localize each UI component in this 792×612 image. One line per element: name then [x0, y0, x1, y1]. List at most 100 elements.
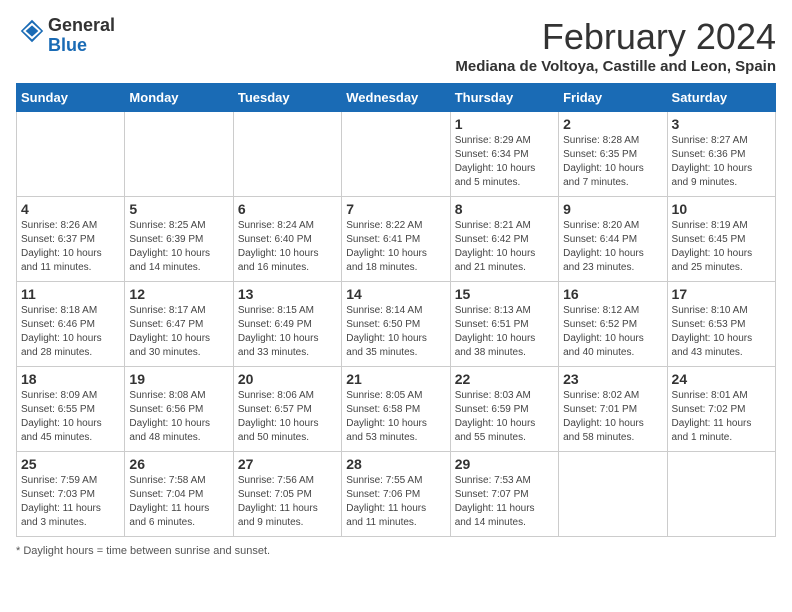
weekday-header-sunday: Sunday [17, 84, 125, 112]
day-number: 12 [129, 286, 228, 302]
day-number: 11 [21, 286, 120, 302]
day-info: Sunrise: 8:05 AM Sunset: 6:58 PM Dayligh… [346, 389, 445, 445]
day-info: Sunrise: 8:02 AM Sunset: 7:01 PM Dayligh… [563, 389, 662, 445]
weekday-header-friday: Friday [559, 84, 667, 112]
day-info: Sunrise: 8:14 AM Sunset: 6:50 PM Dayligh… [346, 304, 445, 360]
calendar-cell: 24 Sunrise: 8:01 AM Sunset: 7:02 PM Dayli… [667, 367, 775, 452]
calendar-cell [125, 112, 233, 197]
day-number: 20 [238, 371, 337, 387]
calendar-cell: 28Sunrise: 7:55 AM Sunset: 7:06 PM Dayli… [342, 452, 450, 537]
week-row-2: 4 Sunrise: 8:26 AM Sunset: 6:37 PM Daylig… [17, 197, 776, 282]
day-info: Sunrise: 8:29 AM Sunset: 6:34 PM Dayligh… [455, 134, 554, 190]
day-info: Sunrise: 8:01 AM Sunset: 7:02 PM Dayligh… [672, 389, 771, 445]
calendar-cell: 19Sunrise: 8:08 AM Sunset: 6:56 PM Dayli… [125, 367, 233, 452]
day-info: Sunrise: 8:15 AM Sunset: 6:49 PM Dayligh… [238, 304, 337, 360]
day-number: 18 [21, 371, 120, 387]
week-row-5: 25 Sunrise: 7:59 AM Sunset: 7:03 PM Dayli… [17, 452, 776, 537]
day-number: 2 [563, 116, 662, 132]
week-row-1: 1 Sunrise: 8:29 AM Sunset: 6:34 PM Daylig… [17, 112, 776, 197]
weekday-header-saturday: Saturday [667, 84, 775, 112]
logo-general-text: General [48, 15, 115, 35]
footer: * Daylight hours = time between sunrise … [16, 545, 776, 557]
day-info: Sunrise: 8:13 AM Sunset: 6:51 PM Dayligh… [455, 304, 554, 360]
calendar-cell: 8Sunrise: 8:21 AM Sunset: 6:42 PM Daylig… [450, 197, 558, 282]
day-info: Sunrise: 7:58 AM Sunset: 7:04 PM Dayligh… [129, 474, 228, 530]
weekday-header-tuesday: Tuesday [233, 84, 341, 112]
day-number: 26 [129, 456, 228, 472]
day-number: 10 [672, 201, 771, 217]
day-info: Sunrise: 7:55 AM Sunset: 7:06 PM Dayligh… [346, 474, 445, 530]
day-info: Sunrise: 8:06 AM Sunset: 6:57 PM Dayligh… [238, 389, 337, 445]
day-number: 22 [455, 371, 554, 387]
calendar-cell: 21Sunrise: 8:05 AM Sunset: 6:58 PM Dayli… [342, 367, 450, 452]
day-number: 7 [346, 201, 445, 217]
calendar-cell: 26 Sunrise: 7:58 AM Sunset: 7:04 PM Dayli… [125, 452, 233, 537]
calendar-cell: 6 Sunrise: 8:24 AM Sunset: 6:40 PM Daylig… [233, 197, 341, 282]
weekday-header-row: SundayMondayTuesdayWednesdayThursdayFrid… [17, 84, 776, 112]
day-info: Sunrise: 8:12 AM Sunset: 6:52 PM Dayligh… [563, 304, 662, 360]
calendar-cell [559, 452, 667, 537]
calendar-cell: 11 Sunrise: 8:18 AM Sunset: 6:46 PM Dayli… [17, 282, 125, 367]
calendar-cell: 16 Sunrise: 8:12 AM Sunset: 6:52 PM Dayli… [559, 282, 667, 367]
day-info: Sunrise: 8:22 AM Sunset: 6:41 PM Dayligh… [346, 219, 445, 275]
day-info: Sunrise: 8:17 AM Sunset: 6:47 PM Dayligh… [129, 304, 228, 360]
day-number: 14 [346, 286, 445, 302]
calendar-cell: 22 Sunrise: 8:03 AM Sunset: 6:59 PM Dayli… [450, 367, 558, 452]
day-info: Sunrise: 7:59 AM Sunset: 7:03 PM Dayligh… [21, 474, 120, 530]
day-info: Sunrise: 8:10 AM Sunset: 6:53 PM Dayligh… [672, 304, 771, 360]
day-info: Sunrise: 8:28 AM Sunset: 6:35 PM Dayligh… [563, 134, 662, 190]
day-info: Sunrise: 8:18 AM Sunset: 6:46 PM Dayligh… [21, 304, 120, 360]
weekday-header-monday: Monday [125, 84, 233, 112]
week-row-4: 18 Sunrise: 8:09 AM Sunset: 6:55 PM Dayli… [17, 367, 776, 452]
calendar-cell: 20 Sunrise: 8:06 AM Sunset: 6:57 PM Dayli… [233, 367, 341, 452]
calendar-cell: 7 Sunrise: 8:22 AM Sunset: 6:41 PM Daylig… [342, 197, 450, 282]
day-number: 4 [21, 201, 120, 217]
day-number: 15 [455, 286, 554, 302]
calendar-cell: 18 Sunrise: 8:09 AM Sunset: 6:55 PM Dayli… [17, 367, 125, 452]
calendar-cell: 9Sunrise: 8:20 AM Sunset: 6:44 PM Daylig… [559, 197, 667, 282]
day-info: Sunrise: 8:26 AM Sunset: 6:37 PM Dayligh… [21, 219, 120, 275]
calendar-cell [17, 112, 125, 197]
day-info: Sunrise: 8:19 AM Sunset: 6:45 PM Dayligh… [672, 219, 771, 275]
calendar-cell: 5Sunrise: 8:25 AM Sunset: 6:39 PM Daylig… [125, 197, 233, 282]
calendar-cell: 17 Sunrise: 8:10 AM Sunset: 6:53 PM Dayli… [667, 282, 775, 367]
day-number: 13 [238, 286, 337, 302]
day-info: Sunrise: 8:09 AM Sunset: 6:55 PM Dayligh… [21, 389, 120, 445]
weekday-header-wednesday: Wednesday [342, 84, 450, 112]
day-info: Sunrise: 7:53 AM Sunset: 7:07 PM Dayligh… [455, 474, 554, 530]
header: General Blue February 2024 Mediana de Vo… [16, 16, 776, 75]
day-number: 17 [672, 286, 771, 302]
day-number: 29 [455, 456, 554, 472]
day-number: 16 [563, 286, 662, 302]
calendar-table: SundayMondayTuesdayWednesdayThursdayFrid… [16, 83, 776, 537]
title-area: February 2024 Mediana de Voltoya, Castil… [455, 16, 776, 75]
calendar-cell: 13 Sunrise: 8:15 AM Sunset: 6:49 PM Dayli… [233, 282, 341, 367]
day-number: 1 [455, 116, 554, 132]
day-info: Sunrise: 8:20 AM Sunset: 6:44 PM Dayligh… [563, 219, 662, 275]
day-number: 23 [563, 371, 662, 387]
day-info: Sunrise: 8:27 AM Sunset: 6:36 PM Dayligh… [672, 134, 771, 190]
logo-icon [18, 17, 46, 45]
day-number: 3 [672, 116, 771, 132]
weekday-header-thursday: Thursday [450, 84, 558, 112]
calendar-cell: 12 Sunrise: 8:17 AM Sunset: 6:47 PM Dayli… [125, 282, 233, 367]
calendar-cell: 4 Sunrise: 8:26 AM Sunset: 6:37 PM Daylig… [17, 197, 125, 282]
day-info: Sunrise: 8:03 AM Sunset: 6:59 PM Dayligh… [455, 389, 554, 445]
day-info: Sunrise: 8:24 AM Sunset: 6:40 PM Dayligh… [238, 219, 337, 275]
day-info: Sunrise: 7:56 AM Sunset: 7:05 PM Dayligh… [238, 474, 337, 530]
logo: General Blue [16, 16, 115, 56]
day-number: 27 [238, 456, 337, 472]
logo-blue-text: Blue [48, 35, 87, 55]
day-number: 6 [238, 201, 337, 217]
calendar-cell: 29 Sunrise: 7:53 AM Sunset: 7:07 PM Dayli… [450, 452, 558, 537]
calendar-cell: 2 Sunrise: 8:28 AM Sunset: 6:35 PM Daylig… [559, 112, 667, 197]
day-info: Sunrise: 8:25 AM Sunset: 6:39 PM Dayligh… [129, 219, 228, 275]
calendar-cell: 15 Sunrise: 8:13 AM Sunset: 6:51 PM Dayli… [450, 282, 558, 367]
day-number: 25 [21, 456, 120, 472]
day-number: 24 [672, 371, 771, 387]
calendar-cell: 3 Sunrise: 8:27 AM Sunset: 6:36 PM Daylig… [667, 112, 775, 197]
day-number: 19 [129, 371, 228, 387]
calendar-cell: 14 Sunrise: 8:14 AM Sunset: 6:50 PM Dayli… [342, 282, 450, 367]
month-title: February 2024 [455, 16, 776, 58]
location-title: Mediana de Voltoya, Castille and Leon, S… [455, 58, 776, 75]
